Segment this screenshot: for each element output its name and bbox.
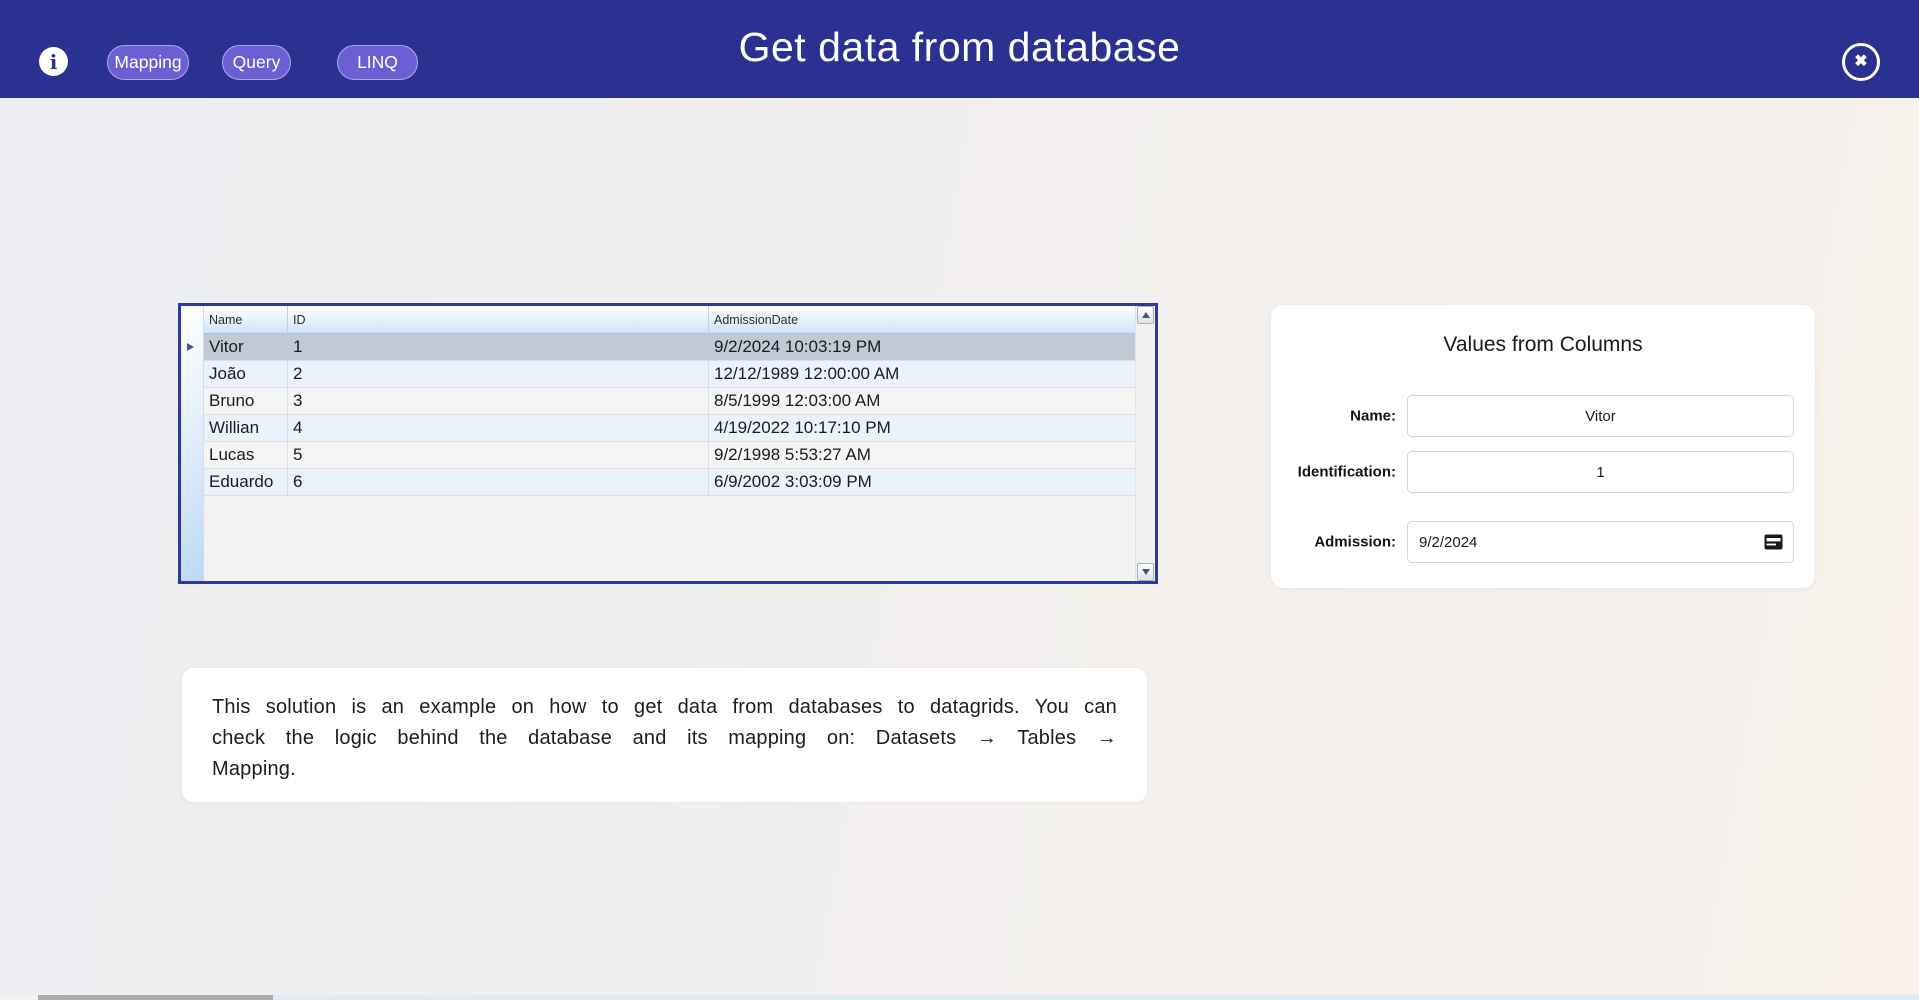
datagrid: Name ID AdmissionDate Vitor 1 9/2/2024 1…: [178, 303, 1158, 584]
name-label: Name:: [1271, 408, 1396, 425]
cell-admissiondate[interactable]: 8/5/1999 12:03:00 AM: [709, 388, 1136, 414]
identification-field-row: Identification:: [1271, 451, 1815, 493]
page-title: Get data from database: [0, 24, 1919, 71]
cell-name[interactable]: Bruno: [204, 388, 288, 414]
table-row[interactable]: Willian 4 4/19/2022 10:17:10 PM: [204, 415, 1136, 442]
description-text-line: Mapping.: [212, 754, 1117, 785]
scrollbar-thumb[interactable]: [38, 995, 273, 1000]
cell-name[interactable]: Vitor: [204, 334, 288, 360]
values-panel-title: Values from Columns: [1271, 333, 1815, 357]
scrollbar-track-gap: [0, 995, 38, 1000]
close-icon: ✖: [1854, 54, 1867, 70]
description-text-line: This solution is an example on how to ge…: [212, 692, 1117, 723]
page-horizontal-scrollbar[interactable]: [0, 995, 1919, 1000]
cell-id[interactable]: 5: [288, 442, 709, 468]
table-row[interactable]: Bruno 3 8/5/1999 12:03:00 AM: [204, 388, 1136, 415]
cell-id[interactable]: 2: [288, 361, 709, 387]
scroll-down-button[interactable]: [1137, 563, 1154, 581]
cell-admissiondate[interactable]: 9/2/1998 5:53:27 AM: [709, 442, 1136, 468]
values-panel: Values from Columns Name: Identification…: [1271, 305, 1815, 588]
cell-name[interactable]: Willian: [204, 415, 288, 441]
name-field-row: Name:: [1271, 395, 1815, 437]
table-row[interactable]: João 2 12/12/1989 12:00:00 AM: [204, 361, 1136, 388]
close-button[interactable]: ✖: [1842, 43, 1880, 81]
arrow-up-icon: [1142, 312, 1150, 318]
admission-label: Admission:: [1271, 534, 1396, 551]
grid-body: Vitor 1 9/2/2024 10:03:19 PM João 2 12/1…: [204, 334, 1136, 496]
admission-date-field[interactable]: [1407, 521, 1794, 563]
cell-name[interactable]: Lucas: [204, 442, 288, 468]
admission-field-row: Admission:: [1271, 521, 1815, 563]
cell-name[interactable]: Eduardo: [204, 469, 288, 495]
cell-admissiondate[interactable]: 12/12/1989 12:00:00 AM: [709, 361, 1136, 387]
row-header-strip: [181, 306, 204, 581]
grid-vertical-scrollbar[interactable]: [1135, 306, 1155, 581]
table-row[interactable]: Eduardo 6 6/9/2002 3:03:09 PM: [204, 469, 1136, 496]
cell-id[interactable]: 3: [288, 388, 709, 414]
table-row[interactable]: Vitor 1 9/2/2024 10:03:19 PM: [204, 334, 1136, 361]
cell-id[interactable]: 6: [288, 469, 709, 495]
name-field[interactable]: [1407, 395, 1794, 437]
table-row[interactable]: Lucas 5 9/2/1998 5:53:27 AM: [204, 442, 1136, 469]
cell-admissiondate[interactable]: 9/2/2024 10:03:19 PM: [709, 334, 1136, 360]
grid-header-row: Name ID AdmissionDate: [204, 306, 1136, 334]
cell-admissiondate[interactable]: 4/19/2022 10:17:10 PM: [709, 415, 1136, 441]
identification-label: Identification:: [1271, 464, 1396, 481]
cell-admissiondate[interactable]: 6/9/2002 3:03:09 PM: [709, 469, 1136, 495]
column-header-admissiondate[interactable]: AdmissionDate: [709, 306, 1136, 333]
arrow-down-icon: [1142, 569, 1150, 575]
column-header-id[interactable]: ID: [288, 306, 709, 333]
description-card: This solution is an example on how to ge…: [182, 668, 1147, 802]
current-row-arrow-icon: [187, 343, 194, 351]
cell-id[interactable]: 1: [288, 334, 709, 360]
identification-field[interactable]: [1407, 451, 1794, 493]
column-header-name[interactable]: Name: [204, 306, 288, 333]
description-text-line: check the logic behind the database and …: [212, 723, 1117, 754]
header-bar: i Mapping Query LINQ Get data from datab…: [0, 0, 1919, 98]
calendar-icon[interactable]: [1764, 534, 1783, 550]
cell-name[interactable]: João: [204, 361, 288, 387]
cell-id[interactable]: 4: [288, 415, 709, 441]
scroll-up-button[interactable]: [1137, 306, 1154, 324]
